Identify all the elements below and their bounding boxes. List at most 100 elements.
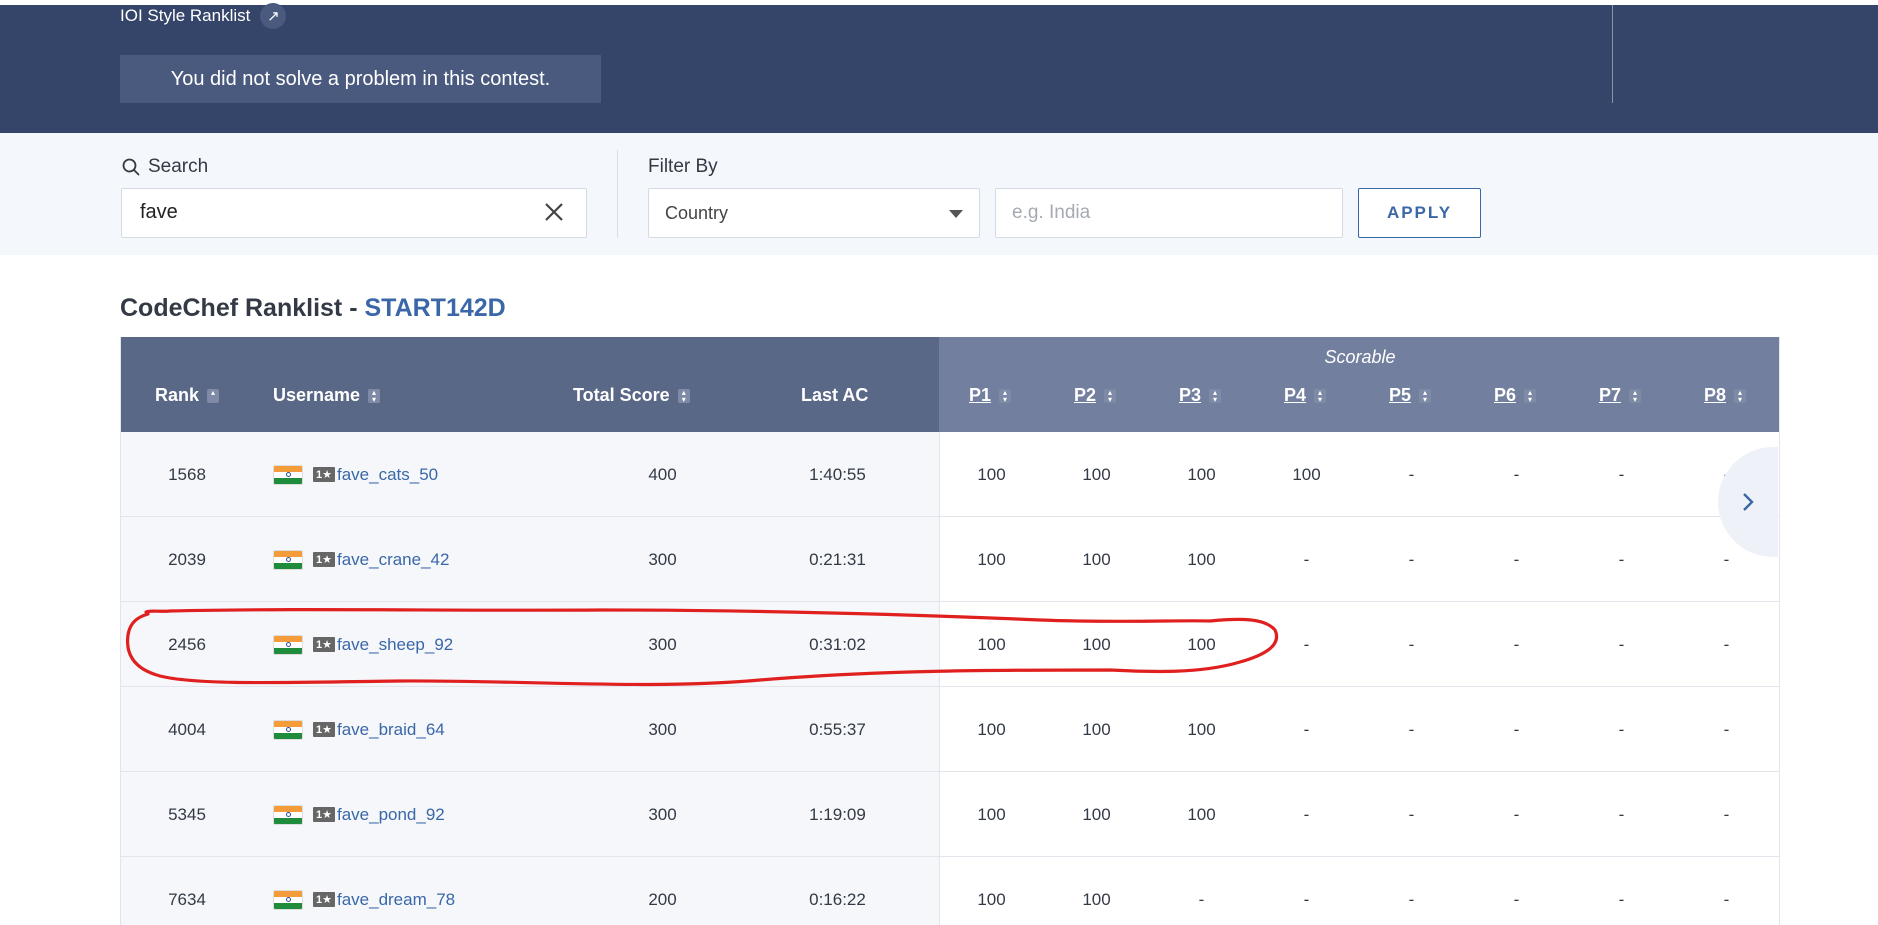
problem-score-cell: - [1513, 464, 1520, 484]
ioi-ranklist-label: IOI Style Ranklist [120, 6, 251, 25]
problem-score-cell: - [1303, 804, 1310, 824]
column-header-problem[interactable]: P4 ▴ ▾ [1284, 385, 1327, 406]
table-row: 1568 1★ fave_cats_50 400 1:40:55 100 100 100 100… [121, 432, 1779, 517]
search-input[interactable]: fave [121, 188, 587, 238]
problem-score-cell: 100 [1187, 634, 1216, 654]
banner-divider [1612, 5, 1613, 103]
sort-icon[interactable]: ▴ [207, 388, 220, 403]
sort-icon[interactable]: ▴ ▾ [1629, 388, 1642, 403]
problem-score-cell: 100 [1187, 804, 1216, 824]
column-header-problem-label: P7 [1599, 385, 1622, 405]
total-score-cell: 300 [648, 634, 677, 654]
table-row: 7634 1★ fave_dream_78 200 0:16:22 100 100 - - - - -… [121, 857, 1779, 925]
problem-score-cell: - [1513, 889, 1520, 909]
table-row: 2456 1★ fave_sheep_92 300 0:31:02 100 100 100 - -… [121, 602, 1779, 687]
star-rating-badge: 1★ [313, 467, 335, 482]
problem-score-cell: - [1618, 464, 1625, 484]
problem-score-cell: - [1618, 804, 1625, 824]
problem-score-cell: - [1408, 464, 1415, 484]
chevron-down-icon [949, 210, 963, 218]
problem-score-cell: 100 [1292, 464, 1321, 484]
column-header-problem[interactable]: P6 ▴ ▾ [1494, 385, 1537, 406]
problem-score-cell: - [1198, 889, 1205, 909]
apply-button[interactable]: APPLY [1358, 188, 1481, 238]
username-link[interactable]: fave_sheep_92 [337, 635, 453, 655]
column-header-problem[interactable]: P7 ▴ ▾ [1599, 385, 1642, 406]
sort-icon[interactable]: ▴ ▾ [1419, 388, 1432, 403]
page-title: CodeChef Ranklist - START142D [120, 294, 506, 323]
column-header-problem[interactable]: P1 ▴ ▾ [969, 385, 1012, 406]
username-link[interactable]: fave_crane_42 [337, 550, 449, 570]
sort-icon[interactable]: ▴ ▾ [1524, 388, 1537, 403]
problem-score-cell: - [1303, 719, 1310, 739]
rank-cell: 4004 [168, 719, 206, 739]
sort-icon[interactable]: ▴ ▾ [1314, 388, 1327, 403]
table-row: 5345 1★ fave_pond_92 300 1:19:09 100 100 100 - - -… [121, 772, 1779, 857]
star-rating-badge: 1★ [313, 552, 335, 567]
problem-score-cell: 100 [1082, 464, 1111, 484]
column-header-problem-label: P8 [1704, 385, 1727, 405]
problem-score-cell: 100 [1082, 719, 1111, 739]
india-flag-icon [273, 634, 303, 655]
page-root: IOI Style Ranklist ↗ You did not solve a… [0, 0, 1878, 925]
username-link[interactable]: fave_braid_64 [337, 720, 445, 740]
rank-cell: 5345 [168, 804, 206, 824]
problem-score-cell: - [1723, 889, 1730, 909]
contest-code-link[interactable]: START142D [364, 294, 505, 322]
username-cell: 1★ fave_dream_78 [273, 857, 573, 925]
problem-score-cell: 100 [977, 889, 1006, 909]
no-solve-notice: You did not solve a problem in this cont… [120, 55, 601, 103]
sort-icon[interactable]: ▴ ▾ [1209, 388, 1222, 403]
last-ac-cell: 1:40:55 [809, 464, 866, 484]
column-header-rank[interactable]: Rank ▴ [155, 385, 220, 406]
problem-score-cell: 100 [977, 634, 1006, 654]
total-score-cell: 300 [648, 549, 677, 569]
column-header-problem-label: P3 [1179, 385, 1202, 405]
username-link[interactable]: fave_dream_78 [337, 890, 455, 910]
sort-icon[interactable]: ▴ ▾ [999, 388, 1012, 403]
ranklist-table: Scorable Rank ▴ Username ▴ ▾ Total Score … [120, 337, 1780, 925]
column-header-problem[interactable]: P2 ▴ ▾ [1074, 385, 1117, 406]
problem-score-cell: - [1513, 719, 1520, 739]
username-link[interactable]: fave_pond_92 [337, 805, 445, 825]
last-ac-cell: 1:19:09 [809, 804, 866, 824]
search-label-group: Search [122, 156, 208, 178]
last-ac-cell: 0:21:31 [809, 549, 866, 569]
problem-score-cell: - [1408, 889, 1415, 909]
problem-score-cell: - [1618, 634, 1625, 654]
problem-score-cell: - [1303, 634, 1310, 654]
problem-score-cell: 100 [977, 549, 1006, 569]
column-header-problem-label: P6 [1494, 385, 1517, 405]
problem-score-cell: - [1513, 549, 1520, 569]
india-flag-icon [273, 464, 303, 485]
column-header-username[interactable]: Username ▴ ▾ [273, 385, 381, 406]
total-score-cell: 400 [648, 464, 677, 484]
username-link[interactable]: fave_cats_50 [337, 465, 438, 485]
page-title-prefix: CodeChef Ranklist - [120, 294, 365, 322]
last-ac-cell: 0:16:22 [809, 889, 866, 909]
column-header-problem[interactable]: P3 ▴ ▾ [1179, 385, 1222, 406]
column-header-problem-label: P5 [1389, 385, 1412, 405]
column-header-total-score[interactable]: Total Score ▴ ▾ [573, 385, 690, 406]
problem-score-cell: - [1303, 889, 1310, 909]
ioi-ranklist-link[interactable]: IOI Style Ranklist ↗ [120, 3, 287, 29]
problem-score-cell: 100 [1082, 889, 1111, 909]
sort-icon[interactable]: ▴ ▾ [1734, 388, 1747, 403]
filter-type-select[interactable]: Country [648, 188, 980, 238]
close-icon[interactable] [542, 200, 566, 224]
problem-score-cell: 100 [977, 464, 1006, 484]
last-ac-cell: 0:55:37 [809, 719, 866, 739]
country-input[interactable] [995, 188, 1343, 238]
column-header-problem[interactable]: P5 ▴ ▾ [1389, 385, 1432, 406]
username-cell: 1★ fave_braid_64 [273, 687, 573, 772]
problem-score-cell: 100 [1082, 634, 1111, 654]
sort-icon[interactable]: ▴ ▾ [368, 388, 381, 403]
column-header-last-ac: Last AC [801, 385, 868, 406]
india-flag-icon [273, 804, 303, 825]
external-link-icon: ↗ [260, 3, 287, 29]
column-header-problem[interactable]: P8 ▴ ▾ [1704, 385, 1747, 406]
problem-score-cell: - [1303, 549, 1310, 569]
sort-icon[interactable]: ▴ ▾ [1104, 388, 1117, 403]
sort-icon[interactable]: ▴ ▾ [677, 388, 690, 403]
table-row: 4004 1★ fave_braid_64 300 0:55:37 100 100 100 - -… [121, 687, 1779, 772]
